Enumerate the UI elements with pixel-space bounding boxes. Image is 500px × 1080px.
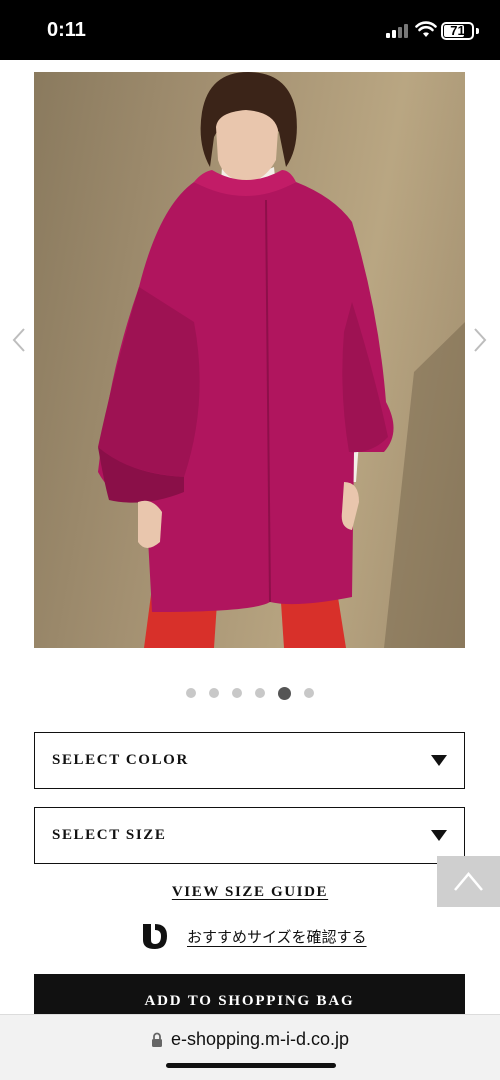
cellular-signal-icon [386, 24, 408, 38]
select-color-dropdown[interactable]: SELECT COLOR [34, 732, 465, 789]
home-indicator[interactable] [166, 1063, 336, 1068]
caret-down-icon [431, 830, 447, 841]
carousel-dot[interactable] [304, 688, 314, 698]
product-image[interactable] [34, 72, 465, 648]
carousel-dots [0, 686, 500, 700]
status-time: 0:11 [47, 19, 86, 41]
size-brand-icon [143, 924, 167, 949]
browser-url-bar[interactable]: e-shopping.m-i-d.co.jp [0, 1014, 500, 1080]
chevron-left-icon[interactable] [11, 325, 27, 355]
add-to-bag-label: ADD TO SHOPPING BAG [144, 993, 355, 1009]
size-guide: VIEW SIZE GUIDE [0, 883, 500, 901]
wifi-icon [415, 21, 437, 37]
select-size-label: SELECT SIZE [52, 827, 167, 843]
battery-icon: 71 [441, 22, 474, 40]
select-color-label: SELECT COLOR [52, 752, 189, 768]
battery-level: 71 [450, 23, 465, 38]
carousel-dot[interactable] [209, 688, 219, 698]
lock-icon [151, 1032, 162, 1047]
carousel-dot[interactable] [232, 688, 242, 698]
status-bar: 0:11 71 [0, 0, 500, 60]
select-size-dropdown[interactable]: SELECT SIZE [34, 807, 465, 864]
carousel-dot[interactable] [255, 688, 265, 698]
caret-down-icon [431, 755, 447, 766]
view-size-guide-link[interactable]: VIEW SIZE GUIDE [172, 884, 328, 900]
recommend-size-link[interactable]: おすすめサイズを確認する [141, 920, 367, 952]
carousel-dot-active[interactable] [278, 686, 291, 700]
url-text: e-shopping.m-i-d.co.jp [170, 1029, 350, 1049]
chevron-right-icon[interactable] [472, 325, 488, 355]
carousel-dot[interactable] [186, 688, 196, 698]
recommend-size-label: おすすめサイズを確認する [187, 927, 367, 946]
